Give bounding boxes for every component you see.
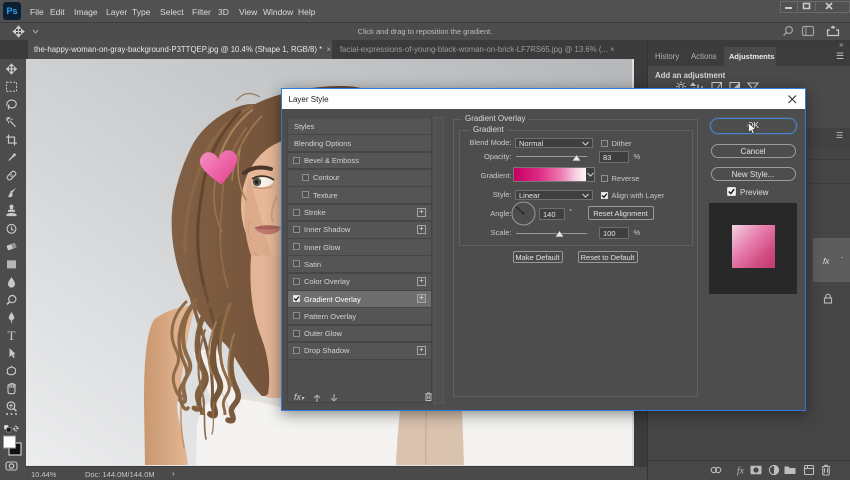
svg-text:fx: fx bbox=[737, 466, 745, 477]
svg-text:T: T bbox=[8, 328, 16, 343]
